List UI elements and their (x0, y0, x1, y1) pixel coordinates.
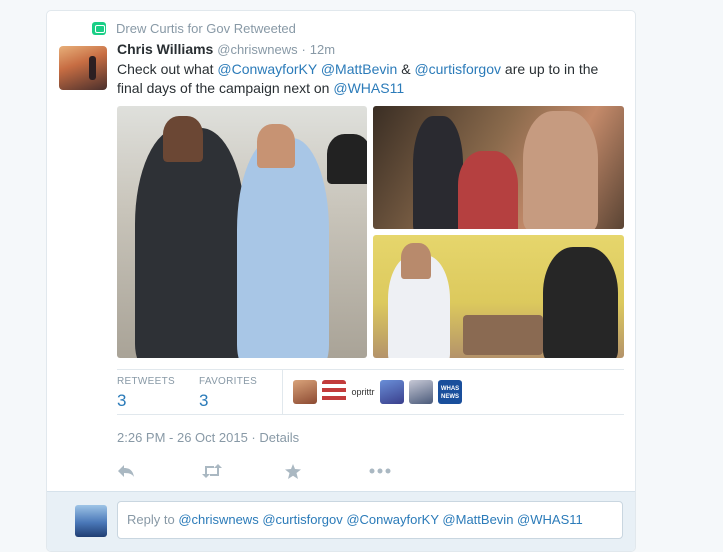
tweet-text-segment: & (397, 61, 415, 77)
tweet-actions (117, 461, 453, 481)
photo-figure (135, 128, 245, 358)
retweets-count: 3 (117, 391, 127, 410)
retweet-context[interactable]: Drew Curtis for Gov Retweeted (92, 21, 296, 36)
favorites-stat[interactable]: FAVORITES 3 (199, 376, 257, 411)
reply-prefix: Reply to (127, 512, 179, 527)
media-photo-interview[interactable] (117, 106, 367, 358)
engager-avatar-whas[interactable]: WHAS NEWS (438, 380, 462, 404)
photo-figure (463, 315, 543, 355)
reply-mention: @WHAS11 (517, 512, 583, 527)
favorite-icon[interactable] (285, 461, 369, 481)
more-icon[interactable] (369, 461, 453, 481)
engager-avatars: oprittr WHAS NEWS (293, 380, 462, 404)
engager-avatar[interactable] (380, 380, 404, 404)
timestamp-datetime[interactable]: 2:26 PM - 26 Oct 2015 (117, 430, 248, 445)
tweet-text: Check out what @ConwayforKY @MattBevin &… (117, 60, 627, 98)
reply-input[interactable]: Reply to @chriswnews @curtisforgov @Conw… (117, 501, 623, 539)
engager-avatar[interactable]: oprittr (351, 380, 375, 404)
details-link[interactable]: Details (259, 430, 299, 445)
retweets-stat[interactable]: RETWEETS 3 (117, 376, 175, 411)
tweet-timestamp: 2:26 PM - 26 Oct 2015 · Details (117, 430, 299, 445)
photo-figure (543, 247, 618, 358)
favorites-label: FAVORITES (199, 376, 258, 387)
stats-divider (282, 370, 283, 415)
reply-mention: @ConwayforKY (346, 512, 439, 527)
tweet-text-segment: Check out what (117, 61, 218, 77)
header-separator: · (301, 42, 306, 57)
photo-figure (401, 243, 431, 279)
mention-link[interactable]: @MattBevin (321, 61, 397, 77)
retweet-badge-icon (92, 22, 106, 35)
photo-figure (458, 151, 518, 229)
retweets-label: RETWEETS (117, 376, 175, 387)
engager-avatar[interactable] (293, 380, 317, 404)
photo-figure (163, 116, 203, 162)
retweet-context-label: Drew Curtis for Gov Retweeted (116, 21, 296, 36)
engager-avatar[interactable] (322, 380, 346, 404)
reply-area: Reply to @chriswnews @curtisforgov @Conw… (47, 491, 635, 551)
author-handle[interactable]: @chriswnews (217, 42, 297, 57)
engagement-stats: RETWEETS 3 FAVORITES 3 oprittr WHAS NEWS (117, 369, 624, 415)
tweet-time[interactable]: 12m (310, 42, 335, 57)
timestamp-separator: · (251, 430, 256, 445)
retweet-icon[interactable] (201, 461, 285, 481)
favorites-count: 3 (199, 391, 209, 410)
reply-mention: @chriswnews (178, 512, 259, 527)
engager-avatar[interactable] (409, 380, 433, 404)
photo-figure (413, 116, 463, 229)
reply-icon[interactable] (117, 461, 201, 481)
media-photo-diner[interactable] (373, 235, 624, 358)
tweet-media-grid (117, 106, 624, 358)
mention-link[interactable]: @curtisforgov (414, 61, 501, 77)
tweet-card: Drew Curtis for Gov Retweeted Chris Will… (46, 10, 636, 552)
mention-link[interactable]: @ConwayforKY (217, 61, 317, 77)
photo-figure (237, 138, 329, 358)
author-name[interactable]: Chris Williams (117, 41, 213, 57)
media-photo-crowd[interactable] (373, 106, 624, 229)
tweet-header: Chris Williams @chriswnews · 12m (117, 41, 335, 57)
photo-figure (327, 134, 367, 184)
author-avatar[interactable] (59, 46, 107, 90)
reply-mention: @MattBevin (442, 512, 514, 527)
photo-figure (523, 111, 598, 229)
current-user-avatar (75, 505, 107, 537)
reply-mention: @curtisforgov (262, 512, 343, 527)
photo-figure (257, 124, 295, 168)
mention-link[interactable]: @WHAS11 (333, 80, 404, 96)
